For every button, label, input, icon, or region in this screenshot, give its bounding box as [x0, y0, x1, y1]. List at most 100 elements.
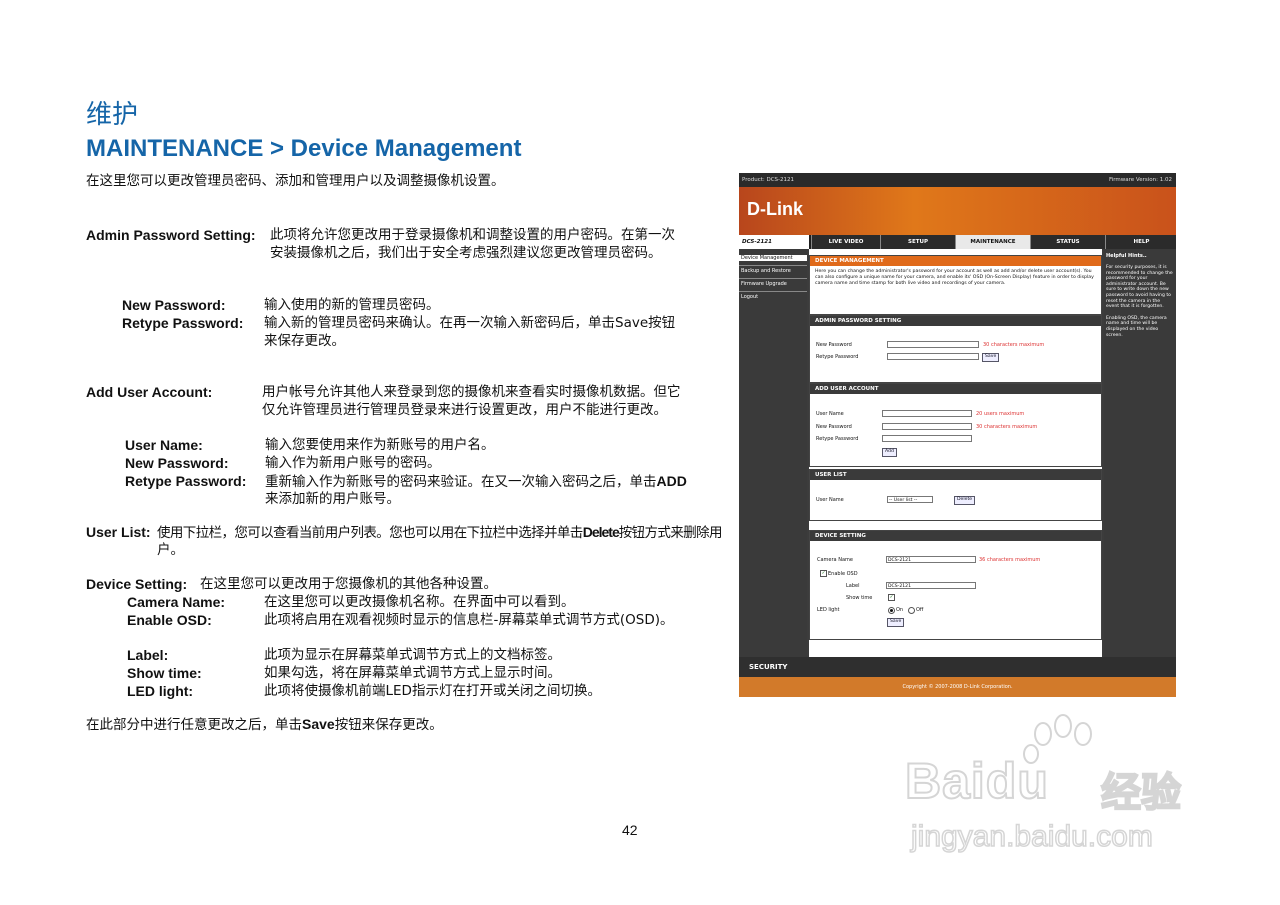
show-time-checkbox[interactable]: ✓	[888, 594, 895, 601]
copyright-text: Copyright © 2007-2008 D-Link Corporation…	[902, 684, 1013, 690]
new-password-input[interactable]	[887, 341, 979, 348]
tab-setup[interactable]: SETUP	[880, 235, 955, 249]
admin-password-title: ADMIN PASSWORD SETTING	[810, 316, 1101, 326]
add-user-name-label: User Name:	[125, 437, 203, 453]
tab-maintenance[interactable]: MAINTENANCE	[955, 235, 1030, 249]
user-max-30-note: 30 characters maximum	[976, 424, 1038, 430]
security-label: SECURITY	[749, 663, 788, 671]
new-password-label: New Password	[816, 342, 852, 348]
model-label: DCS-2121	[742, 239, 772, 245]
add-user-retype-label: Retype Password:	[125, 473, 247, 489]
add-user-panel: ADD USER ACCOUNT User Name 20 users maxi…	[809, 383, 1102, 467]
add-user-retype-desc-1: 重新输入作为新账号的密码来验证。在又一次输入密码之后，单击ADD	[265, 472, 687, 491]
led-light-label: LED light:	[127, 683, 194, 699]
tab-live-video[interactable]: LIVE VIDEO	[811, 235, 880, 249]
tab-help[interactable]: HELP	[1105, 235, 1176, 249]
admin-password-panel: ADMIN PASSWORD SETTING New Password 30 c…	[809, 315, 1102, 383]
admin-password-desc-2: 安装摄像机之后，我们出于安全考虑强烈建议您更改管理员密码。	[270, 245, 662, 261]
user-retype-input[interactable]	[882, 435, 972, 442]
menu-logout[interactable]: Logout	[741, 294, 758, 300]
add-user-label: Add User Account:	[86, 384, 213, 400]
label-label-ui: Label	[846, 583, 860, 589]
add-user-name-desc: 输入您要使用来作为新账号的用户名。	[265, 437, 495, 453]
user-name-input[interactable]	[882, 410, 972, 417]
help-title: Helpful Hints..	[1106, 253, 1147, 259]
page-number: 42	[622, 822, 638, 838]
user-list-select-value: -- User list --	[889, 498, 918, 503]
enable-osd-checkbox[interactable]: ✓	[820, 570, 827, 577]
user-list-panel: USER LIST User Name -- User list -- Dele…	[809, 469, 1102, 521]
help-sidebar: Helpful Hints.. For security purposes, i…	[1104, 249, 1176, 657]
retype-password-label: Retype Password	[816, 354, 859, 360]
delete-user-button[interactable]: Delete	[954, 496, 976, 505]
admin-save-button[interactable]: Save	[982, 353, 1000, 362]
led-on-radio[interactable]	[888, 607, 895, 614]
label-input[interactable]: DCS-2121	[886, 582, 976, 589]
camera-name-input[interactable]: DCS-2121	[886, 556, 976, 563]
device-save-button[interactable]: Save	[887, 618, 905, 627]
user-retype-label: Retype Password	[816, 436, 859, 442]
add-keyword: ADD	[656, 473, 687, 489]
device-setting-panel: DEVICE SETTING Camera Name DCS-2121 36 c…	[809, 530, 1102, 640]
product-label: Product: DCS-2121	[742, 177, 795, 183]
footer-text-a: 在此部分中进行任意更改之后，单击	[86, 717, 302, 733]
menu-divider	[739, 291, 807, 292]
enable-osd-desc: 此项将启用在观看视频时显示的信息栏-屏幕菜单式调节方式(OSD)。	[264, 612, 674, 628]
menu-divider	[739, 265, 807, 266]
show-time-label: Show time:	[127, 665, 202, 681]
user-list-title: USER LIST	[810, 470, 1101, 480]
help-text-1: For security purposes, it is recommended…	[1106, 265, 1173, 310]
watermark-url: jingyan.baidu.com	[910, 819, 1153, 854]
dlink-logo: D-Link	[747, 199, 803, 219]
model-badge: DCS-2121	[739, 235, 809, 249]
user-list-desc-1: 使用下拉栏，您可以查看当前用户列表。您也可以用在下拉栏中选择并单击Delete按…	[157, 523, 723, 542]
baidu-watermark: Baidu 经验 jingyan.baidu.com	[904, 712, 1205, 862]
device-management-title: DEVICE MANAGEMENT	[810, 256, 1101, 266]
admin-new-password-label: New Password:	[122, 297, 226, 313]
max-30-note: 30 characters maximum	[983, 342, 1045, 348]
help-text: For security purposes, it is recommended…	[1106, 265, 1174, 338]
retype-password-input[interactable]	[887, 353, 979, 360]
user-list-select[interactable]: -- User list --	[887, 496, 933, 503]
page-heading-en: MAINTENANCE > Device Management	[86, 135, 522, 162]
add-user-desc-2: 仅允许管理员进行管理员登录来进行设置更改，用户不能进行更改。	[262, 402, 667, 418]
firmware-label: Firmware Version: 1.02	[1108, 177, 1172, 183]
add-user-retype-text: 重新输入作为新账号的密码来验证。在又一次输入密码之后，单击	[265, 474, 657, 490]
user-password-input[interactable]	[882, 423, 972, 430]
tab-status[interactable]: STATUS	[1030, 235, 1105, 249]
user-password-label: New Password	[816, 424, 852, 430]
add-user-password-label: New Password:	[125, 455, 229, 471]
add-user-retype-desc-2: 来添加新的用户账号。	[265, 491, 400, 507]
user-name-label: User Name	[816, 411, 844, 417]
device-management-text: Here you can change the administrator's …	[815, 269, 1094, 286]
menu-backup-restore[interactable]: Backup and Restore	[741, 268, 791, 274]
delete-keyword: Delete	[582, 524, 620, 540]
show-time-desc: 如果勾选，将在屏幕菜单式调节方式上显示时间。	[264, 665, 561, 681]
left-menu: Device Management Backup and Restore Fir…	[739, 249, 807, 657]
page-heading-cn: 维护	[86, 100, 139, 130]
max-36-note: 36 characters maximum	[979, 557, 1041, 563]
led-off-label: Off	[916, 607, 924, 613]
label-value: DCS-2121	[888, 584, 912, 589]
admin-retype-desc-2: 来保存更改。	[264, 333, 345, 349]
main-nav: DCS-2121 LIVE VIDEO SETUP MAINTENANCE ST…	[739, 235, 1176, 249]
user-list-text-b: 按钮方式来删除用	[618, 525, 723, 541]
max-20-users-note: 20 users maximum	[976, 411, 1025, 417]
admin-retype-label: Retype Password:	[122, 315, 244, 331]
device-management-screenshot: Product: DCS-2121 Firmware Version: 1.02…	[739, 173, 1176, 697]
menu-firmware-upgrade[interactable]: Firmware Upgrade	[741, 281, 787, 287]
help-text-2: Enabling OSD, the camera name and time w…	[1106, 315, 1167, 338]
footer-note: 在此部分中进行任意更改之后，单击Save按钮来保存更改。	[86, 715, 443, 734]
add-user-button[interactable]: Add	[882, 448, 897, 457]
intro-text: 在这里您可以更改管理员密码、添加和管理用户以及调整摄像机设置。	[86, 173, 505, 189]
menu-device-management[interactable]: Device Management	[739, 255, 807, 261]
led-light-desc: 此项将使摄像机前端LED指示灯在打开或关闭之间切换。	[264, 683, 601, 699]
enable-osd-label: Enable OSD:	[127, 612, 212, 628]
admin-retype-desc-1: 输入新的管理员密码来确认。在再一次输入新密码后，单击Save按钮	[264, 315, 676, 331]
enable-osd-label-ui: Enable OSD	[828, 571, 858, 577]
led-off-radio[interactable]	[908, 607, 915, 614]
device-management-panel: DEVICE MANAGEMENT Here you can change th…	[809, 255, 1102, 315]
security-bar: SECURITY	[739, 657, 1176, 677]
user-list-text-a: 使用下拉栏，您可以查看当前用户列表。您也可以用在下拉栏中选择并单击	[157, 525, 583, 541]
content-area: DEVICE MANAGEMENT Here you can change th…	[809, 249, 1102, 657]
